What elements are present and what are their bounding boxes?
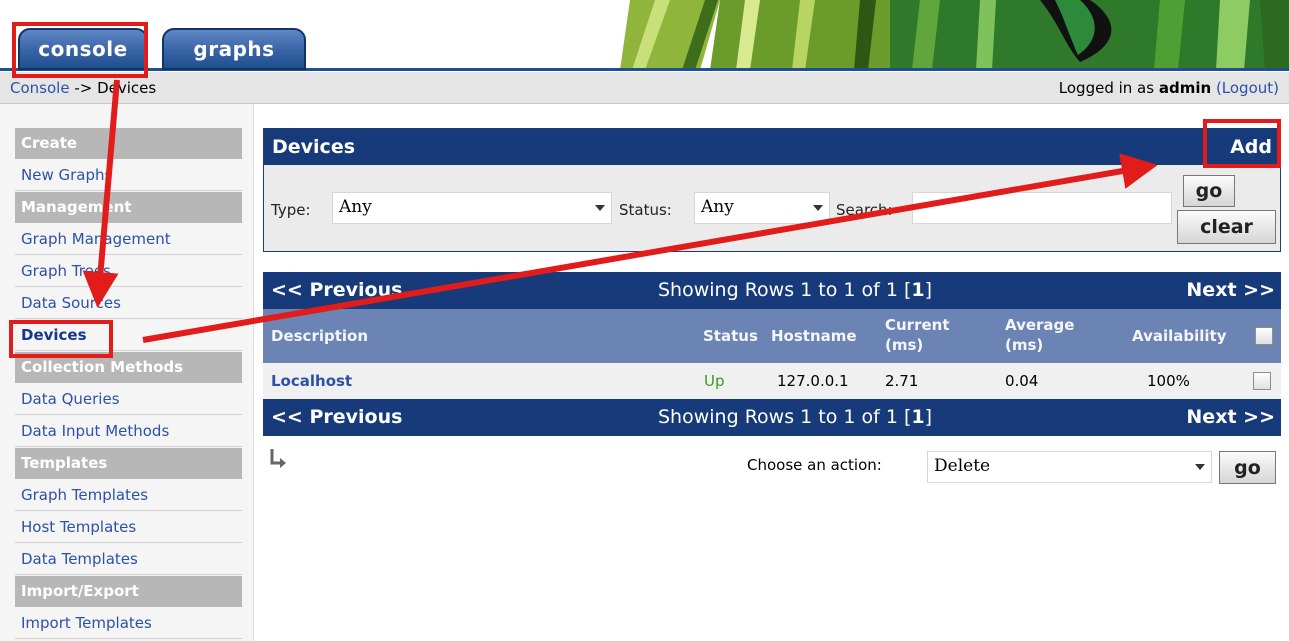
sidebar-section-create: Create — [15, 128, 242, 159]
device-filter-panel: Devices Add Type: Any Status: Any Search… — [263, 128, 1281, 252]
device-current-ms: 2.71 — [885, 372, 919, 390]
column-header-hostname[interactable]: Hostname — [771, 327, 857, 345]
row-count-text: Showing Rows 1 to 1 of 1 [1] — [658, 279, 932, 301]
action-label: Choose an action: — [747, 456, 882, 474]
device-status: Up — [704, 372, 725, 390]
header: console graphs — [0, 0, 1289, 72]
selection-arrow-icon — [270, 449, 286, 468]
sidebar-item-data-input-methods[interactable]: Data Input Methods — [15, 416, 242, 447]
row-count-label: Showing Rows 1 to 1 of 1 [ — [658, 406, 912, 428]
column-header-availability[interactable]: Availability — [1132, 327, 1227, 345]
sidebar-item-import-templates[interactable]: Import Templates — [15, 608, 242, 639]
sidebar-item-host-templates[interactable]: Host Templates — [15, 512, 242, 543]
sidebar-item-data-templates[interactable]: Data Templates — [15, 544, 242, 575]
column-header-current[interactable]: Current (ms) — [885, 315, 950, 355]
chevron-down-icon — [1195, 464, 1205, 470]
tab-console[interactable]: console — [18, 28, 148, 70]
status-select-value: Any — [701, 197, 734, 217]
breadcrumb-console-link[interactable]: Console — [10, 79, 70, 97]
type-label: Type: — [271, 201, 311, 219]
breadcrumb-current: Devices — [97, 79, 157, 97]
column-header-current-label: Current — [885, 316, 950, 334]
sidebar-item-devices[interactable]: Devices — [15, 320, 242, 351]
sidebar-item-graph-templates[interactable]: Graph Templates — [15, 480, 242, 511]
login-username: admin — [1158, 79, 1212, 97]
sidebar-section-templates: Templates — [15, 448, 242, 479]
device-hostname: 127.0.0.1 — [777, 372, 849, 390]
cactus-banner-image — [560, 0, 1289, 70]
device-availability: 100% — [1147, 372, 1190, 390]
sidebar-item-graph-management[interactable]: Graph Management — [15, 224, 242, 255]
column-header-status[interactable]: Status — [703, 327, 758, 345]
type-select-value: Any — [339, 197, 372, 217]
status-select[interactable]: Any — [694, 192, 830, 224]
add-device-link[interactable]: Add — [1230, 136, 1272, 158]
tab-graphs[interactable]: graphs — [162, 28, 306, 70]
sidebar-item-graph-trees[interactable]: Graph Trees — [15, 256, 242, 287]
logout-link[interactable]: (Logout) — [1216, 79, 1279, 97]
action-select-value: Delete — [934, 456, 991, 476]
column-header-average[interactable]: Average (ms) — [1005, 315, 1074, 355]
clear-button[interactable]: clear — [1177, 210, 1276, 244]
pagination-bar-top: << Previous Showing Rows 1 to 1 of 1 [1]… — [263, 272, 1281, 309]
breadcrumb: Console -> Devices — [10, 79, 156, 97]
column-header-description[interactable]: Description — [271, 327, 368, 345]
breadcrumb-bar: Console -> Devices Logged in as admin (L… — [0, 72, 1289, 104]
sidebar-item-new-graphs[interactable]: New Graphs — [15, 160, 242, 191]
row-count-close: ] — [924, 406, 933, 428]
column-header-average-label: Average — [1005, 316, 1075, 334]
row-count-label: Showing Rows 1 to 1 of 1 [ — [658, 279, 912, 301]
login-status: Logged in as admin (Logout) — [1059, 79, 1279, 97]
login-prefix: Logged in as — [1058, 79, 1159, 97]
row-select-checkbox[interactable] — [1253, 372, 1271, 390]
select-all-checkbox[interactable] — [1255, 327, 1273, 345]
action-go-button[interactable]: go — [1219, 451, 1276, 484]
action-select[interactable]: Delete — [927, 451, 1212, 483]
sidebar: Create New Graphs Management Graph Manageme… — [0, 104, 254, 641]
device-filter-header: Devices Add — [264, 129, 1280, 165]
sidebar-item-data-queries[interactable]: Data Queries — [15, 384, 242, 415]
page-title: Devices — [272, 136, 356, 158]
previous-page-link[interactable]: << Previous — [271, 406, 402, 428]
sidebar-section-import-export: Import/Export — [15, 576, 242, 607]
row-count-close: ] — [924, 279, 933, 301]
device-table: << Previous Showing Rows 1 to 1 of 1 [1]… — [263, 272, 1281, 436]
page-number-link[interactable]: 1 — [911, 279, 924, 301]
next-page-link[interactable]: Next >> — [1186, 279, 1275, 301]
sidebar-section-management: Management — [15, 192, 242, 223]
chevron-down-icon — [595, 205, 605, 211]
next-page-link[interactable]: Next >> — [1186, 406, 1275, 428]
chevron-down-icon — [813, 205, 823, 211]
table-row[interactable]: Localhost Up 127.0.0.1 2.71 0.04 100% — [263, 363, 1281, 399]
status-label: Status: — [619, 201, 672, 219]
row-count-text: Showing Rows 1 to 1 of 1 [1] — [658, 406, 932, 428]
search-label: Search: — [836, 201, 893, 219]
sidebar-section-collection-methods: Collection Methods — [15, 352, 242, 383]
search-input[interactable] — [912, 192, 1172, 224]
column-header-current-unit: (ms) — [885, 336, 924, 354]
go-button[interactable]: go — [1183, 175, 1235, 207]
sidebar-item-data-sources[interactable]: Data Sources — [15, 288, 242, 319]
previous-page-link[interactable]: << Previous — [271, 279, 402, 301]
type-select[interactable]: Any — [332, 192, 612, 224]
device-description-link[interactable]: Localhost — [271, 372, 352, 390]
column-header-average-unit: (ms) — [1005, 336, 1044, 354]
page-number-link[interactable]: 1 — [911, 406, 924, 428]
pagination-bar-bottom: << Previous Showing Rows 1 to 1 of 1 [1]… — [263, 399, 1281, 436]
device-average-ms: 0.04 — [1005, 372, 1039, 390]
breadcrumb-separator: -> — [69, 79, 98, 97]
table-header-row: Description Status Hostname Current (ms) … — [263, 309, 1281, 363]
